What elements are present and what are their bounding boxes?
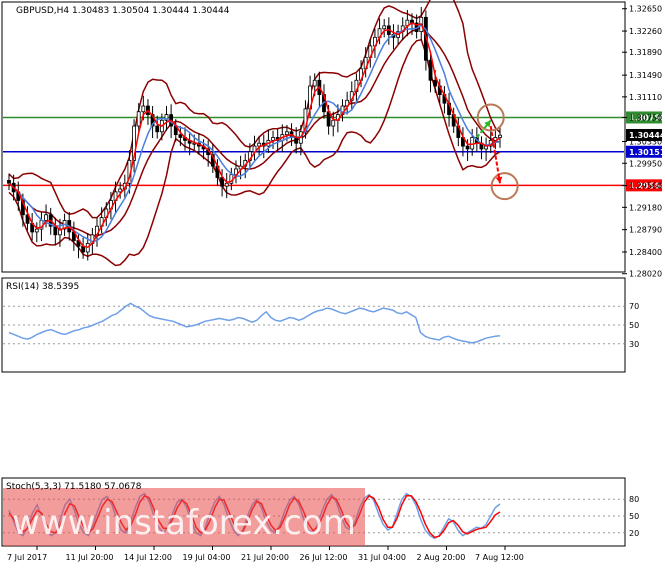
x-tick-label: 7 Jul 2017 [7,553,47,562]
candle-body [465,145,470,150]
x-tick-label: 26 Jul 12:00 [300,553,348,562]
x-tick-label: 21 Jul 20:00 [241,553,289,562]
candle-body [312,79,317,87]
price-tick-label: 1.28020 [629,270,662,279]
rsi-tick-label: 70 [629,302,639,311]
x-tick-label: 11 Jul 20:00 [66,553,114,562]
candle-body [136,111,141,127]
price-tick-label: 1.29560 [629,182,662,191]
candle-body [178,134,183,138]
price-tick-label: 1.29180 [629,203,662,212]
price-tick-label: 1.32260 [629,27,662,36]
x-tick-label: 7 Aug 12:00 [475,553,524,562]
chart-header-ohlc: 1.30483 1.30504 1.30444 1.30444 [72,6,230,16]
candle-body [155,125,160,133]
price-tick-label: 1.28400 [629,248,662,257]
chart-header-symbol: GBPUSD,H4 [16,6,69,16]
rsi-tick-label: 50 [629,321,639,330]
candle-body [428,59,433,81]
x-tick-label: 31 Jul 04:00 [358,553,406,562]
price-box-label-blue: 1.30151 [629,148,665,157]
rsi-title: RSI(14) 38.5395 [6,282,79,292]
price-tick-label: 1.30330 [629,138,662,147]
candle-body [271,137,275,141]
x-tick-label: 2 Aug 20:00 [417,553,466,562]
candle-body [34,228,39,233]
price-tick-label: 1.31490 [629,71,662,80]
price-tick-label: 1.32650 [629,5,662,14]
x-tick-label: 14 Jul 12:00 [124,553,172,562]
candle-body [433,79,438,87]
candle-body [141,105,146,113]
stoch-tick-label: 50 [629,512,639,521]
price-level-labels: 1.307501.304441.301511.29564 [626,111,665,192]
candle-body [53,225,58,236]
price-tick-label: 1.29950 [629,159,662,168]
price-tick-label: 1.28790 [629,226,662,235]
watermark: www.instaforex.com [3,488,365,546]
candle-body [257,142,262,147]
watermark-text: www.instaforex.com [12,503,356,543]
price-tick-label: 1.31890 [629,48,662,57]
stoch-tick-label: 20 [629,529,639,538]
candle-body [331,119,336,127]
rsi-tick-label: 30 [629,340,639,349]
candle-body [7,180,11,184]
price-tick-label: 1.31110 [629,93,662,102]
candle-body [382,25,387,30]
stoch-title: Stoch(5,3,3) 71.5180 57.0678 [6,482,142,492]
candle-body [498,134,502,138]
candle-body [285,131,289,136]
candle-body [294,137,299,144]
x-tick-label: 19 Jul 04:00 [183,553,231,562]
candle-body [224,182,229,187]
stoch-tick-label: 80 [629,495,639,504]
candle-body [44,214,48,221]
chart-canvas: 70 50 30 80 50 20 GBPUSD,H4 1.30483 1.30504 … [1,0,665,562]
price-tick-label: 1.30750 [629,113,662,122]
